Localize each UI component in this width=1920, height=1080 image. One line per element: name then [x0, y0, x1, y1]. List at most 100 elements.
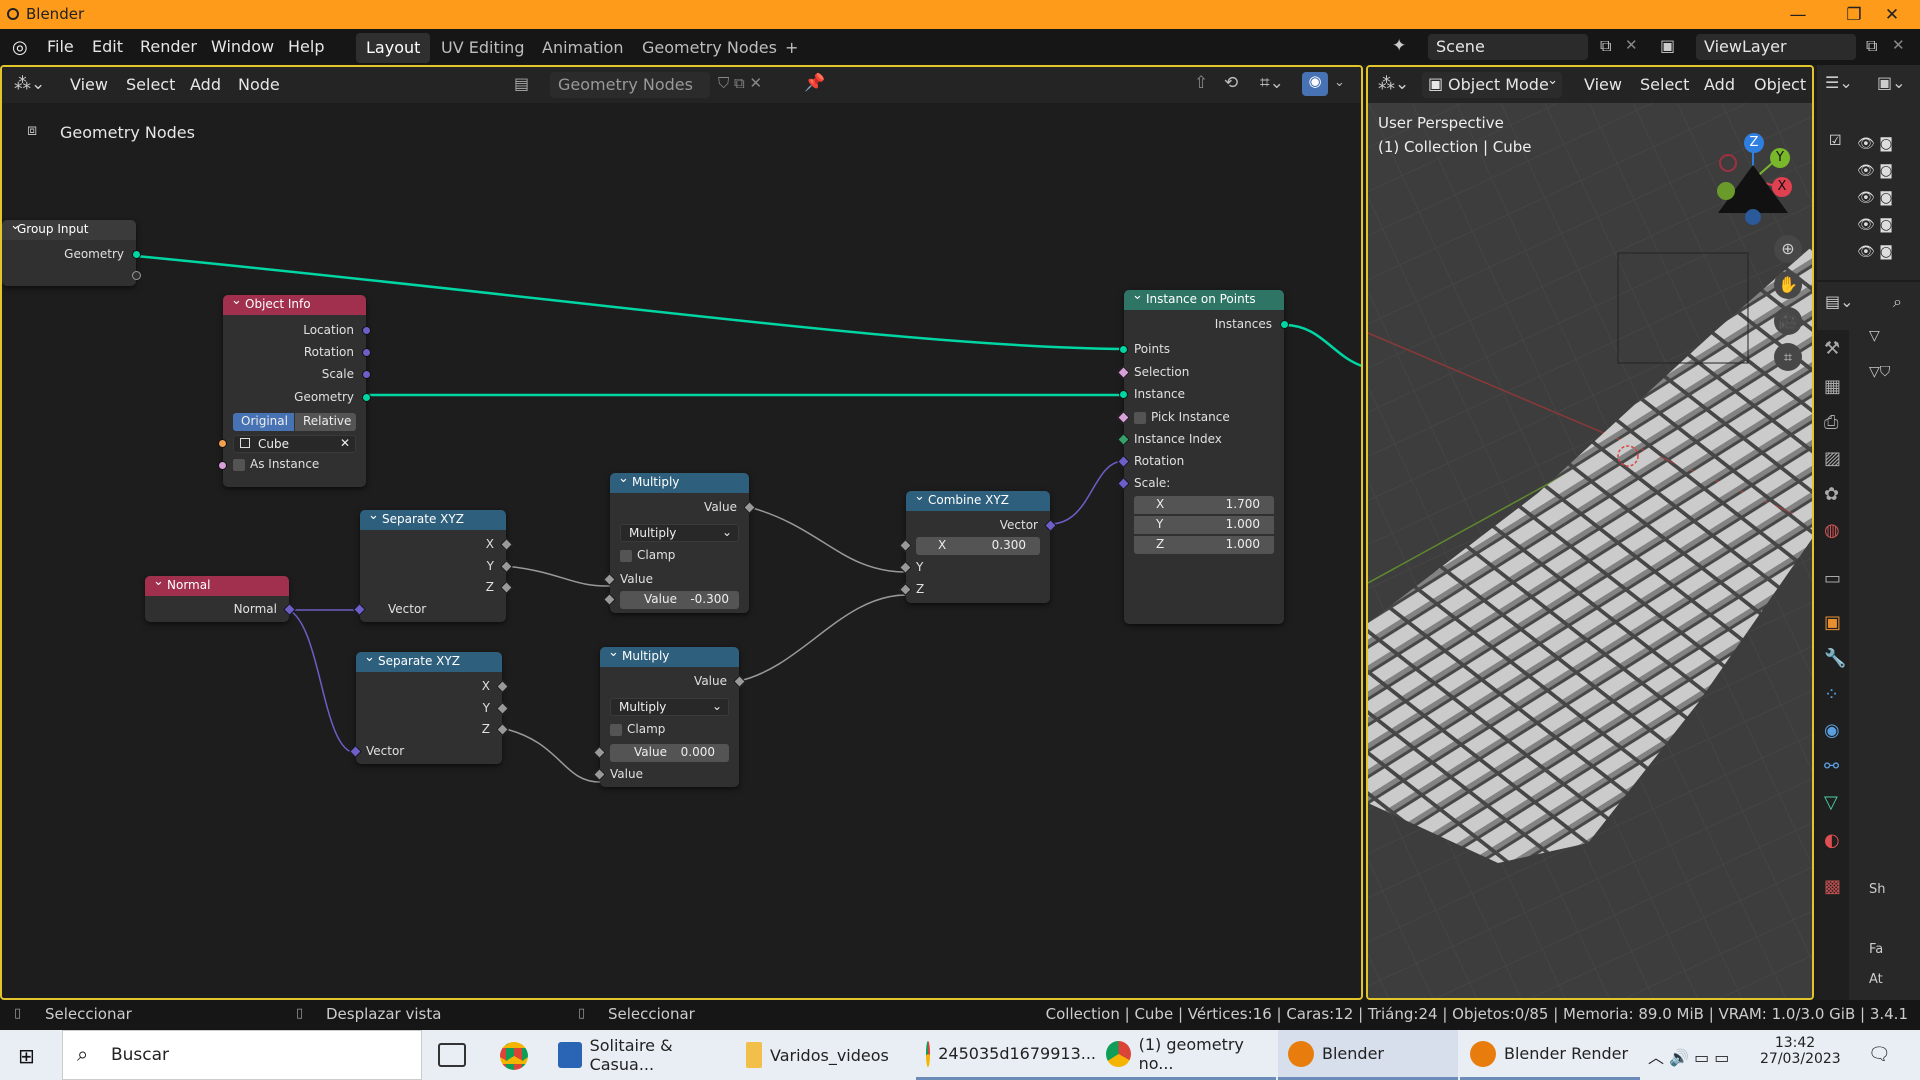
3d-viewport[interactable]: ⁂⌄ Object Mode ▣ ⌄ View Select Add Object …: [1366, 65, 1814, 1000]
viewport-menu-select[interactable]: Select: [1640, 75, 1689, 94]
viewlayer-icon[interactable]: ▣: [1660, 36, 1675, 55]
gizmo-y[interactable]: Y: [1770, 148, 1790, 168]
scene-tab-icon[interactable]: ✿: [1824, 484, 1839, 505]
collection-checkbox[interactable]: ☑: [1829, 133, 1842, 149]
pan-hand-icon[interactable]: ✋: [1774, 271, 1802, 299]
empty-socket[interactable]: [132, 271, 141, 280]
collection-tab-icon[interactable]: ▭: [1824, 568, 1841, 589]
geometry-socket[interactable]: [362, 393, 371, 402]
delete-scene-icon[interactable]: ✕: [1625, 36, 1638, 54]
tray-icons[interactable]: ︿ 🔊 ▭ ▭: [1648, 1044, 1729, 1068]
menu-window[interactable]: Window: [211, 37, 274, 56]
node-group-input[interactable]: Group Input Geometry: [2, 218, 141, 286]
task-view-icon[interactable]: [438, 1043, 466, 1067]
minimize-button[interactable]: —: [1770, 0, 1826, 29]
scale-socket[interactable]: [362, 370, 371, 379]
geometry-socket[interactable]: [132, 250, 141, 259]
vertex-group-icon[interactable]: ▽⛉: [1869, 364, 1890, 380]
outliner-type-icon[interactable]: ☰⌄: [1825, 73, 1853, 92]
new-viewlayer-icon[interactable]: ⧉: [1866, 36, 1877, 56]
original-toggle[interactable]: Original: [233, 413, 294, 431]
data-tab-icon[interactable]: ▽: [1824, 792, 1838, 813]
node-multiply[interactable]: Multiply Value Multiply ⌄ Clamp Value 0.00…: [593, 645, 746, 787]
menu-edit[interactable]: Edit: [92, 37, 123, 56]
points-socket[interactable]: [1119, 345, 1128, 354]
menu-render[interactable]: Render: [140, 37, 197, 56]
taskbar-app-chrome-1[interactable]: 245035d1679913...: [916, 1030, 1096, 1080]
physics-tab-icon[interactable]: ◉: [1824, 720, 1840, 741]
tool-tab-icon[interactable]: ⚒: [1824, 338, 1840, 359]
scale-x-field[interactable]: X 1.700: [1134, 496, 1274, 514]
blender-menu-icon[interactable]: ◎: [12, 37, 28, 58]
node-combine-xyz[interactable]: Combine XYZ Vector X 0.300 Y Z: [899, 489, 1057, 603]
taskbar-app-blender-render[interactable]: Blender Render: [1460, 1030, 1640, 1080]
editor-type-icon[interactable]: ⁂⌄: [1378, 74, 1409, 94]
outliner-filter-icon[interactable]: ▣⌄: [1877, 73, 1906, 92]
gizmo-x[interactable]: X: [1772, 177, 1792, 197]
object-selector[interactable]: Cube ✕: [233, 435, 356, 453]
viewport-menu-object[interactable]: Object: [1754, 75, 1806, 94]
windows-start-icon[interactable]: ⊞: [18, 1044, 35, 1068]
operation-dropdown[interactable]: Multiply ⌄: [610, 698, 729, 716]
visibility-icons[interactable]: 👁 ◙ 👁 ◙ 👁 ◙ 👁 ◙ 👁 ◙: [1857, 131, 1893, 266]
zoom-icon[interactable]: ⊕: [1774, 235, 1802, 263]
menu-file[interactable]: File: [47, 37, 74, 56]
properties-editor[interactable]: ▤⌄ ⌕ ⚒ ▦ ⎙ ▨ ✿ ◍ ▭ ▣ 🔧 ⁘ ◉ ⚯ ▽ ◐ ▩ ▽ ▽⛉ …: [1817, 282, 1920, 1000]
viewport-menu-view[interactable]: View: [1584, 75, 1622, 94]
gizmo-z[interactable]: Z: [1744, 133, 1764, 153]
pick-instance-checkbox[interactable]: [1134, 412, 1146, 424]
render-tab-icon[interactable]: ▦: [1824, 376, 1841, 397]
clock[interactable]: 13:42 27/03/2023: [1760, 1035, 1841, 1067]
node-header[interactable]: Instance on Points: [1124, 288, 1284, 310]
rotation-socket[interactable]: [362, 348, 371, 357]
output-tab-icon[interactable]: ⎙: [1824, 412, 1838, 433]
node-header[interactable]: Combine XYZ: [906, 489, 1050, 511]
navigation-gizmo[interactable]: Z Y X: [1698, 125, 1808, 235]
object-tab-icon[interactable]: ▣: [1824, 612, 1841, 633]
node-normal[interactable]: Normal Normal: [145, 574, 296, 622]
as-instance-socket[interactable]: [218, 461, 227, 470]
clear-object-icon[interactable]: ✕: [340, 436, 350, 450]
tab-geometry-nodes[interactable]: Geometry Nodes: [632, 33, 787, 63]
node-header[interactable]: Separate XYZ: [360, 508, 506, 530]
relative-toggle[interactable]: Relative: [295, 413, 356, 431]
mesh-data-icon[interactable]: ▽: [1869, 328, 1880, 344]
search-icon[interactable]: ⌕: [1893, 292, 1902, 312]
operation-dropdown[interactable]: Multiply ⌄: [620, 524, 739, 542]
x-field[interactable]: X 0.300: [916, 537, 1040, 555]
perspective-grid-icon[interactable]: ⌗: [1774, 343, 1802, 371]
panel-sh[interactable]: Sh: [1869, 882, 1886, 897]
modifier-tab-icon[interactable]: 🔧: [1824, 648, 1846, 669]
chrome-icon[interactable]: [500, 1042, 528, 1070]
taskbar-app-blender[interactable]: Blender: [1278, 1030, 1458, 1080]
node-header[interactable]: Multiply: [610, 471, 749, 493]
instances-socket[interactable]: [1280, 320, 1289, 329]
location-socket[interactable]: [362, 326, 371, 335]
particles-tab-icon[interactable]: ⁘: [1824, 684, 1839, 705]
value-field[interactable]: Value -0.300: [620, 591, 739, 609]
constraints-tab-icon[interactable]: ⚯: [1824, 756, 1839, 777]
world-tab-icon[interactable]: ◍: [1824, 520, 1840, 541]
panel-at[interactable]: At: [1869, 972, 1883, 987]
close-button[interactable]: ✕: [1864, 0, 1920, 29]
node-header[interactable]: Group Input: [2, 218, 136, 240]
tab-layout[interactable]: Layout: [356, 33, 431, 63]
object-socket[interactable]: [218, 439, 227, 448]
node-object-info[interactable]: Object Info Location Rotation Scale Geom…: [218, 293, 371, 487]
properties-type-icon[interactable]: ▤⌄: [1825, 292, 1854, 311]
as-instance-checkbox[interactable]: [233, 459, 245, 471]
add-workspace-button[interactable]: +: [775, 33, 808, 63]
view-layer-tab-icon[interactable]: ▨: [1824, 448, 1841, 469]
taskbar-app-folder[interactable]: Varidos_videos: [736, 1030, 916, 1080]
node-instance-on-points[interactable]: Instance on Points Instances Points Sele…: [1117, 288, 1289, 624]
panel-fa[interactable]: Fa: [1869, 942, 1883, 957]
clamp-checkbox[interactable]: [610, 724, 622, 736]
node-separate-xyz[interactable]: Separate XYZ X Y Z Vector: [349, 650, 509, 764]
scale-z-field[interactable]: Z 1.000: [1134, 536, 1274, 554]
viewport-menu-add[interactable]: Add: [1704, 75, 1735, 94]
node-header[interactable]: Normal: [145, 574, 289, 596]
menu-help[interactable]: Help: [288, 37, 324, 56]
mode-dropdown[interactable]: Object Mode ▣ ⌄: [1422, 72, 1562, 98]
instance-socket[interactable]: [1119, 390, 1128, 399]
tab-animation[interactable]: Animation: [532, 33, 634, 63]
